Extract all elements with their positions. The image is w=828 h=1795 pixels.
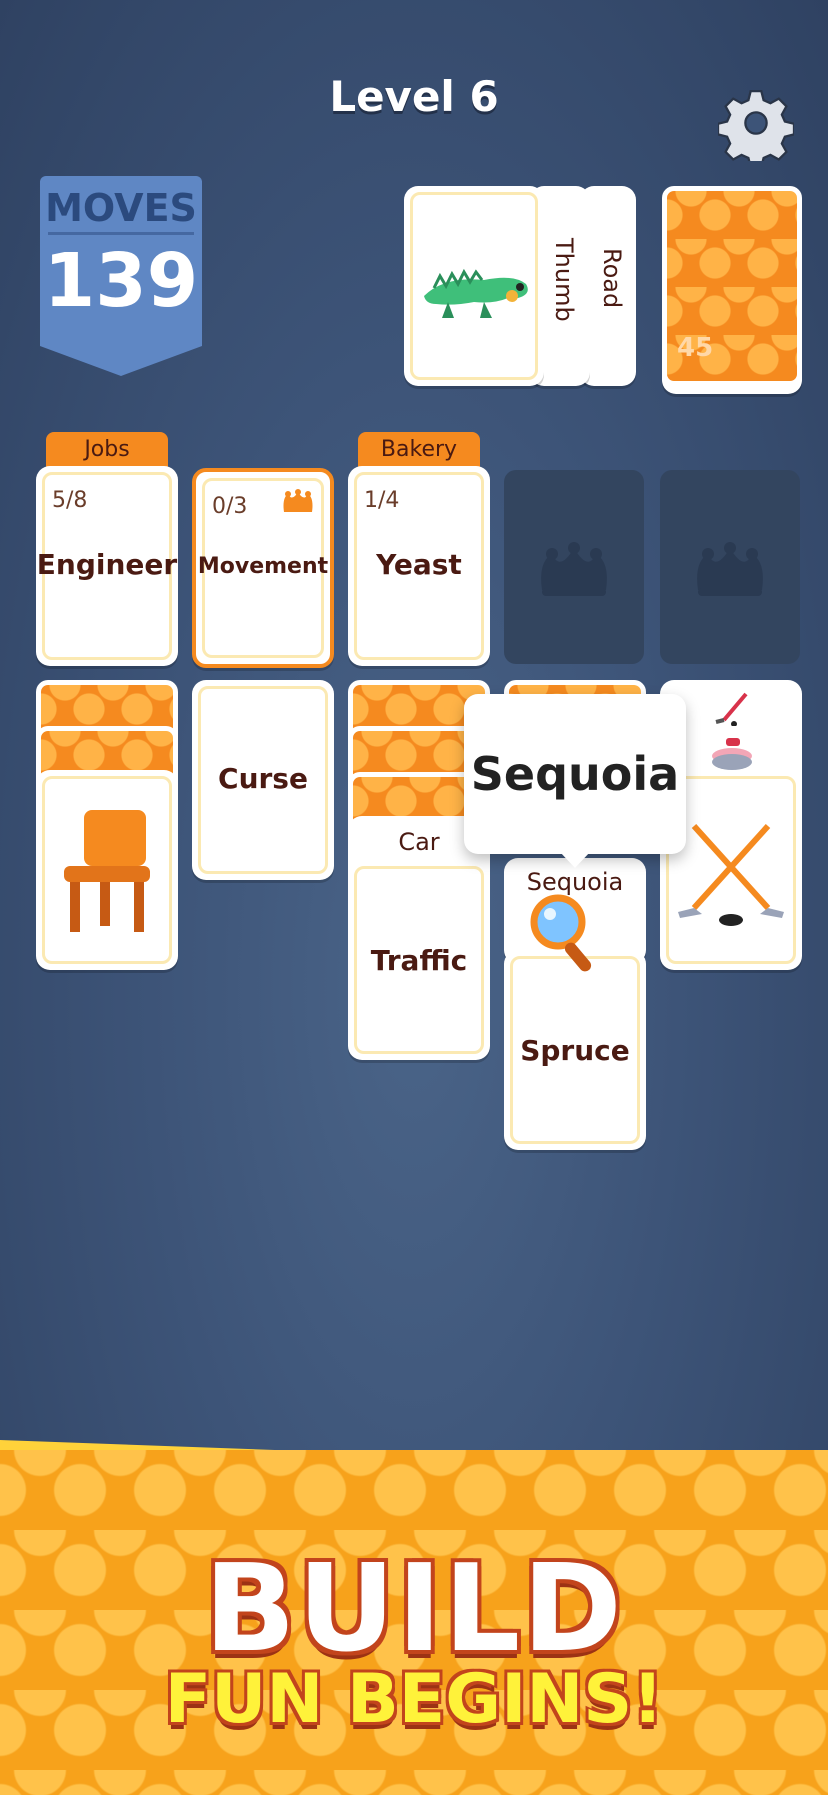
empty-category-slot[interactable] — [660, 470, 800, 664]
category-count: 1/4 — [364, 488, 400, 513]
deck-count: 45 — [677, 333, 714, 363]
card-word: Traffic — [370, 944, 468, 977]
chair-icon — [64, 810, 150, 932]
moves-label: MOVES — [45, 186, 197, 230]
magnifier-icon[interactable] — [528, 892, 606, 982]
banner-subtitle: FUN BEGINS! — [164, 1660, 664, 1739]
jester-hat-icon — [541, 542, 607, 596]
card-word: Road — [598, 248, 626, 309]
level-title: Level 6 — [329, 72, 499, 121]
category-card-bakery[interactable]: 1/4 Yeast — [348, 466, 490, 666]
category-word: Movement — [197, 554, 329, 579]
category-tab-bakery: Bakery — [358, 432, 480, 468]
draw-deck[interactable]: 45 — [662, 186, 802, 386]
card-word: Curse — [218, 762, 308, 795]
category-word: Yeast — [376, 548, 462, 581]
card-word: Thumb — [550, 238, 578, 322]
word-card[interactable]: Curse — [192, 680, 334, 880]
chair-card[interactable] — [36, 770, 178, 970]
moves-count: 139 — [43, 238, 199, 324]
crossed-hockey-sticks-icon — [678, 823, 784, 926]
jester-hat-icon — [283, 489, 313, 512]
empty-category-slot[interactable] — [504, 470, 644, 664]
category-count: 0/3 — [212, 494, 248, 519]
tooltip-pointer — [560, 852, 590, 868]
card-word: Spruce — [520, 1034, 630, 1067]
banner-title: BUILD — [204, 1540, 624, 1679]
category-word: Engineer — [36, 548, 178, 581]
category-tab-jobs: Jobs — [46, 432, 168, 468]
category-card-jobs[interactable]: 5/8 Engineer — [36, 466, 178, 666]
category-count: 5/8 — [52, 488, 88, 513]
jester-hat-icon — [697, 542, 763, 596]
gear-icon[interactable] — [718, 85, 794, 161]
iguana-icon — [424, 268, 528, 318]
word-tooltip: Sequoia — [464, 694, 686, 854]
word-card[interactable]: Traffic — [348, 860, 490, 1060]
hockey-stick-icon — [715, 692, 748, 727]
curling-stone-icon — [712, 738, 752, 770]
category-card-movement[interactable]: 0/3 Movement — [192, 468, 334, 668]
active-card[interactable] — [404, 186, 544, 386]
